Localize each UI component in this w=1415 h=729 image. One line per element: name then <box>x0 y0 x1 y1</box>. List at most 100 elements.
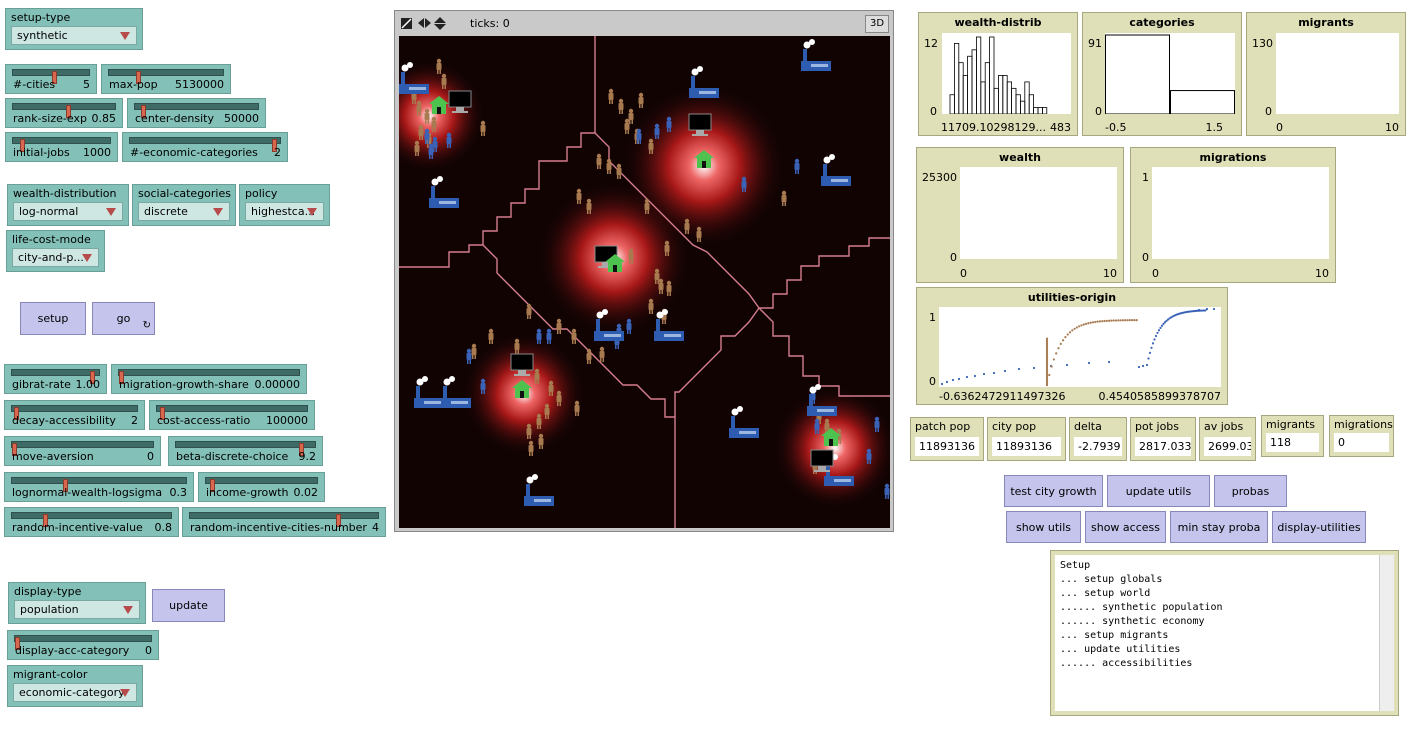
slider-label: beta-discrete-choice <box>176 450 289 463</box>
output-scrollbar[interactable] <box>1379 555 1394 711</box>
chooser-select[interactable]: log-normal <box>13 202 123 221</box>
test-city-growth-button[interactable]: test city growth <box>1004 475 1103 507</box>
go-button[interactable]: go ↻ <box>92 302 155 335</box>
slider-value: 1000 <box>83 146 111 159</box>
output-area[interactable]: Setup ... setup globals ... setup world … <box>1050 550 1399 716</box>
3d-button[interactable]: 3D <box>865 15 889 33</box>
policy-chooser[interactable]: policy highestca... <box>239 184 330 226</box>
slider-track[interactable] <box>134 103 259 118</box>
update-button[interactable]: update <box>152 589 225 622</box>
scatter-point <box>1156 331 1159 335</box>
chooser-select[interactable]: population <box>14 600 140 619</box>
chooser-select[interactable]: economic-category <box>13 683 137 702</box>
scatter-point <box>957 377 961 381</box>
histogram-bar <box>1011 87 1017 115</box>
slider-track[interactable] <box>11 441 154 456</box>
probas-button[interactable]: probas <box>1214 475 1287 507</box>
monitor-value: -2.7939 <box>1074 437 1122 456</box>
slider-gibrat-rate[interactable]: gibrat-rate 1.00 <box>4 364 107 394</box>
slider-value: 5130000 <box>175 78 224 91</box>
slider-beta-discrete-choice[interactable]: beta-discrete-choice 9.2 <box>168 436 323 466</box>
update-utils-button[interactable]: update utils <box>1107 475 1210 507</box>
slider-rank-size-exp[interactable]: rank-size-exp 0.85 <box>5 98 123 128</box>
scatter-point <box>1087 322 1090 325</box>
migrant-color-chooser[interactable]: migrant-color economic-category <box>7 665 143 707</box>
y-max-label: 130 <box>1252 37 1273 50</box>
slider-label: display-acc-category <box>15 644 130 657</box>
output-text: Setup ... setup globals ... setup world … <box>1060 560 1223 669</box>
plot-title: migrants <box>1298 16 1354 29</box>
setup-button[interactable]: setup <box>20 302 86 335</box>
monitor-patch-pop: patch pop 11893136 <box>910 417 984 461</box>
slider-n-cities[interactable]: #-cities 5 <box>5 64 97 94</box>
slider-track[interactable] <box>129 137 281 152</box>
setup-type-select[interactable]: synthetic <box>11 26 137 45</box>
slider-track[interactable] <box>11 477 187 492</box>
output-box[interactable]: Setup ... setup globals ... setup world … <box>1055 555 1394 711</box>
slider-max-pop[interactable]: max-pop 5130000 <box>101 64 231 94</box>
slider-display-acc-category[interactable]: display-acc-category 0 <box>7 630 159 660</box>
slider-track[interactable] <box>11 512 172 527</box>
setup-type-chooser[interactable]: setup-type synthetic <box>5 8 143 50</box>
slider-track[interactable] <box>156 405 308 420</box>
slider-track[interactable] <box>175 441 316 456</box>
slider-track[interactable] <box>12 69 90 84</box>
slider-label: #-cities <box>13 78 56 91</box>
slider-random-incentive-cities-number[interactable]: random-incentive-cities-number 4 <box>182 507 386 537</box>
slider-label: cost-access-ratio <box>157 414 251 427</box>
show-utils-button[interactable]: show utils <box>1006 511 1081 543</box>
view-control-icons[interactable] <box>400 16 450 32</box>
slider-track[interactable] <box>12 103 116 118</box>
scatter-point <box>951 378 955 382</box>
slider-track[interactable] <box>11 369 100 384</box>
slider-income-growth[interactable]: income-growth 0.02 <box>198 472 325 502</box>
scatter-point <box>1107 360 1111 364</box>
display-utilities-button[interactable]: display-utilities <box>1272 511 1366 543</box>
slider-track[interactable] <box>118 369 300 384</box>
slider-move-aversion[interactable]: move-aversion 0 <box>4 436 161 466</box>
slider-track[interactable] <box>189 512 379 527</box>
min-stay-proba-button[interactable]: min stay proba <box>1170 511 1268 543</box>
scatter-point <box>1064 336 1067 339</box>
display-type-chooser[interactable]: display-type population <box>8 582 146 624</box>
chooser-select[interactable]: discrete <box>138 202 230 221</box>
show-access-button[interactable]: show access <box>1085 511 1166 543</box>
slider-decay-accessibility[interactable]: decay-accessibility 2 <box>4 400 145 430</box>
plot-categories: categories 91 0 -0.5 1.5 <box>1082 12 1242 136</box>
chooser-select[interactable]: city-and-p... <box>12 248 99 267</box>
world-canvas[interactable] <box>399 36 890 528</box>
slider-track[interactable] <box>12 137 111 152</box>
view-toolbar: ticks: 0 3D <box>395 11 893 35</box>
histogram-bar <box>1037 107 1043 115</box>
world-view[interactable]: ticks: 0 3D <box>394 10 894 532</box>
slider-random-incentive-value[interactable]: random-incentive-value 0.8 <box>4 507 179 537</box>
wealth-distribution-chooser[interactable]: wealth-distribution log-normal <box>7 184 129 226</box>
slider-track[interactable] <box>14 635 152 650</box>
slider-migration-growth-share[interactable]: migration-growth-share 0.00000 <box>111 364 307 394</box>
y-min-label: 0 <box>929 375 936 388</box>
slider-value: 9.2 <box>298 450 317 463</box>
slider-track[interactable] <box>11 405 138 420</box>
monitor-city-pop: city pop 11893136 <box>987 417 1066 461</box>
chooser-select[interactable]: highestca... <box>245 202 324 221</box>
scatter-point <box>1197 308 1201 312</box>
scatter-point <box>1094 320 1097 324</box>
chevron-down-icon <box>307 208 317 216</box>
slider-center-density[interactable]: center-density 50000 <box>127 98 266 128</box>
scatter-point <box>1059 342 1062 346</box>
slider-label: lognormal-wealth-logsigma <box>12 486 163 499</box>
social-categories-chooser[interactable]: social-categories discrete <box>132 184 236 226</box>
monitor-value: 2699.03 <box>1204 437 1251 456</box>
slider-cost-access-ratio[interactable]: cost-access-ratio 100000 <box>149 400 315 430</box>
slider-n-economic-categories[interactable]: #-economic-categories 2 <box>122 132 288 162</box>
slider-initial-jobs[interactable]: initial-jobs 1000 <box>5 132 118 162</box>
life-cost-mode-chooser[interactable]: life-cost-mode city-and-p... <box>6 230 105 272</box>
slider-lognormal-wealth-logsigma[interactable]: lognormal-wealth-logsigma 0.3 <box>4 472 194 502</box>
slider-track[interactable] <box>205 477 318 492</box>
monitor-label: city pop <box>992 420 1037 433</box>
slider-value: 0.00000 <box>254 378 301 391</box>
slider-track[interactable] <box>108 69 224 84</box>
plot-wealth-distrib: wealth-distrib 12 0 11709.10298129... 48… <box>918 12 1078 136</box>
chevron-down-icon <box>120 689 130 697</box>
scatter-point <box>1114 319 1118 322</box>
